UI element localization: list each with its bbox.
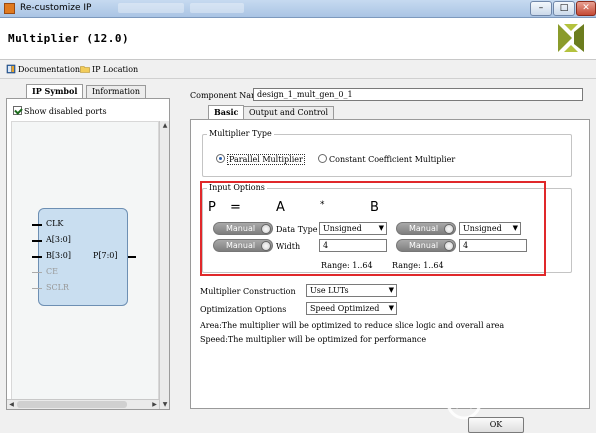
ok-button[interactable]: OK xyxy=(468,417,524,433)
pin-a: A[3:0] xyxy=(46,235,71,244)
tab-basic[interactable]: Basic xyxy=(208,105,245,119)
checkbox-checked-icon xyxy=(13,106,22,115)
close-button[interactable]: ✕ xyxy=(576,1,596,16)
scroll-left-icon[interactable]: ◀ xyxy=(7,400,16,409)
construction-select[interactable]: Use LUTs ▼ xyxy=(306,284,397,297)
component-name-field[interactable]: design_1_mult_gen_0_1 xyxy=(253,88,583,101)
pin-clk: CLK xyxy=(46,219,64,228)
app-icon xyxy=(4,3,15,14)
ip-location-label: IP Location xyxy=(92,65,139,74)
documentation-label: Documentation xyxy=(18,65,81,74)
chevron-down-icon: ▼ xyxy=(388,304,394,312)
horizontal-scrollbar[interactable]: ◀ ▶ xyxy=(7,399,159,409)
pin-line-sclr xyxy=(32,288,42,289)
constant-coefficient-label: Constant Coefficient Multiplier xyxy=(329,155,456,164)
xilinx-logo-icon xyxy=(558,24,584,52)
pin-line-p xyxy=(128,256,136,258)
pin-sclr: SCLR xyxy=(46,283,69,292)
folder-icon xyxy=(80,66,90,73)
speed-note: Speed:The multiplier will be optimized f… xyxy=(200,335,427,344)
radio-selected-icon xyxy=(216,154,225,163)
optimization-value: Speed Optimized xyxy=(310,304,380,313)
ip-location-link[interactable]: IP Location xyxy=(80,64,138,74)
show-disabled-ports-checkbox[interactable]: Show disabled ports xyxy=(13,106,107,116)
maximize-button[interactable]: □ xyxy=(553,1,575,16)
page-title: Multiplier (12.0) xyxy=(8,32,130,45)
vertical-scrollbar[interactable]: ▲ ▼ xyxy=(159,121,169,409)
radio-constant-coefficient[interactable]: Constant Coefficient Multiplier xyxy=(318,154,455,164)
ip-header: Multiplier (12.0) xyxy=(0,18,596,60)
window-titlebar: Re-customize IP – □ ✕ xyxy=(0,0,596,18)
pin-p: P[7:0] xyxy=(93,251,118,260)
pin-line-b xyxy=(32,256,42,258)
highlight-box xyxy=(200,181,546,276)
scroll-thumb[interactable] xyxy=(17,401,127,408)
blurred-tab xyxy=(190,3,244,13)
radio-parallel-multiplier[interactable]: Parallel Multiplier xyxy=(216,154,305,165)
construction-label: Multiplier Construction xyxy=(200,287,296,296)
watermark-text: 电子发烧友 xyxy=(486,388,561,406)
optimization-select[interactable]: Speed Optimized ▼ xyxy=(306,302,397,315)
chevron-down-icon: ▼ xyxy=(388,286,394,294)
links-bar: Documentation IP Location xyxy=(0,61,596,79)
pin-line-a xyxy=(32,240,42,242)
scroll-right-icon[interactable]: ▶ xyxy=(150,400,159,409)
window-title: Re-customize IP xyxy=(20,3,92,13)
pin-line-ce xyxy=(32,272,42,273)
optimization-label: Optimization Options xyxy=(200,305,287,314)
multiplier-type-title: Multiplier Type xyxy=(207,129,274,138)
pin-b: B[3:0] xyxy=(46,251,71,260)
show-disabled-ports-label: Show disabled ports xyxy=(24,107,107,116)
parallel-multiplier-label: Parallel Multiplier xyxy=(227,154,305,165)
minimize-button[interactable]: – xyxy=(530,1,552,16)
pin-ce: CE xyxy=(46,267,58,276)
scroll-up-icon[interactable]: ▲ xyxy=(161,121,169,130)
book-icon xyxy=(6,64,16,74)
tab-output-and-control[interactable]: Output and Control xyxy=(243,106,335,119)
radio-unselected-icon xyxy=(318,154,327,163)
tab-information[interactable]: Information xyxy=(86,85,147,98)
documentation-link[interactable]: Documentation xyxy=(6,64,80,74)
construction-value: Use LUTs xyxy=(310,286,349,295)
scroll-down-icon[interactable]: ▼ xyxy=(161,400,169,409)
blurred-tab xyxy=(118,3,184,13)
area-note: Area:The multiplier will be optimized to… xyxy=(200,321,505,330)
pin-line-clk xyxy=(32,224,42,226)
tab-ip-symbol[interactable]: IP Symbol xyxy=(26,84,84,98)
